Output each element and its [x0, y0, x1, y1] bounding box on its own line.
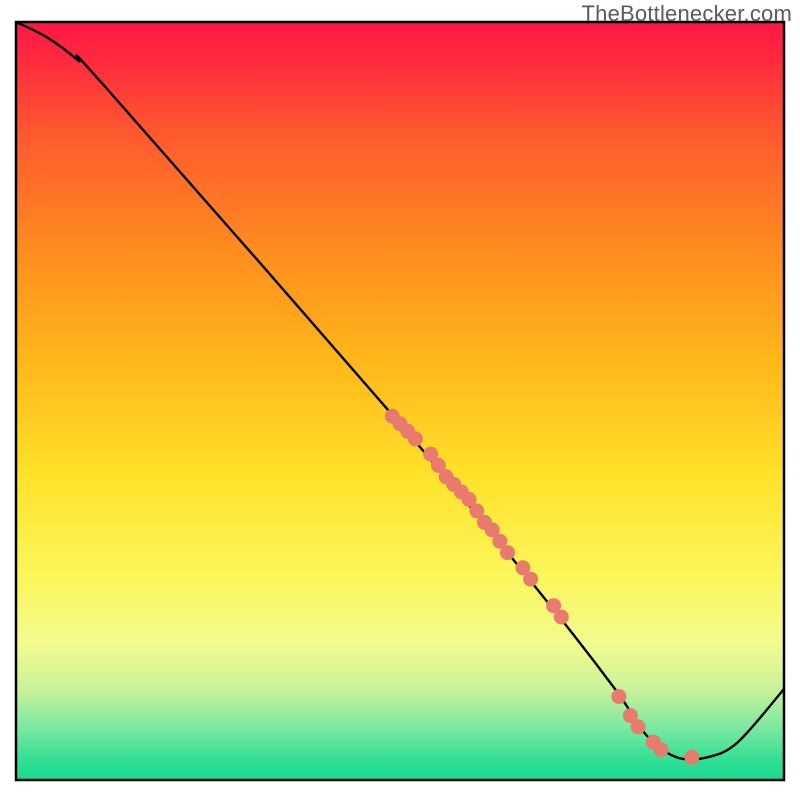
chart-stage: TheBottlenecker.com: [0, 0, 800, 800]
watermark-text: TheBottlenecker.com: [582, 1, 792, 27]
scatter-point: [631, 719, 646, 734]
scatter-point: [611, 689, 626, 704]
scatter-point: [684, 750, 699, 765]
scatter-point: [654, 742, 669, 757]
chart-svg: [0, 0, 800, 800]
scatter-point: [523, 572, 538, 587]
scatter-point: [500, 545, 515, 560]
scatter-point: [408, 431, 423, 446]
plot-area: [16, 22, 784, 780]
gradient-background: [16, 22, 784, 780]
scatter-point: [554, 610, 569, 625]
